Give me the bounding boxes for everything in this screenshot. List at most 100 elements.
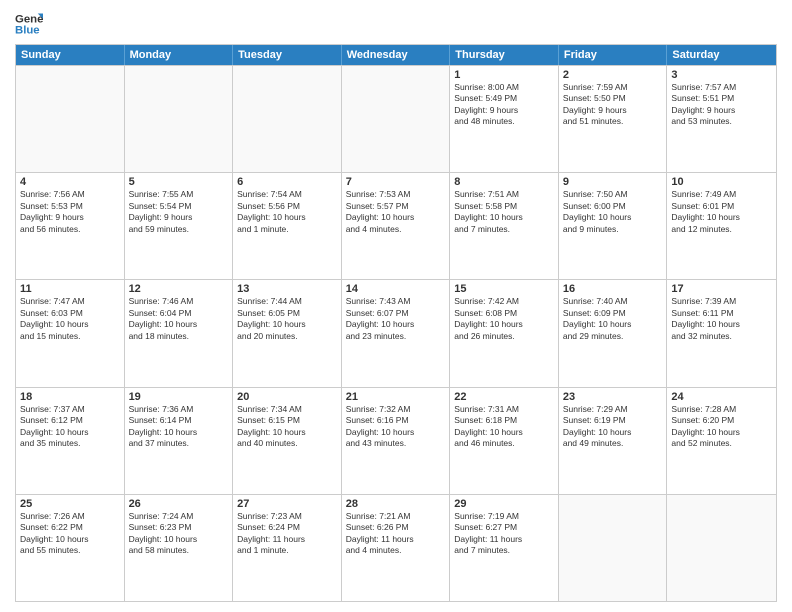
day-number: 17 [671, 283, 772, 295]
day-number: 26 [129, 498, 229, 510]
calendar-cell: 23Sunrise: 7:29 AM Sunset: 6:19 PM Dayli… [559, 388, 668, 494]
day-number: 15 [454, 283, 554, 295]
day-number: 10 [671, 176, 772, 188]
day-number: 13 [237, 283, 337, 295]
cell-info: Sunrise: 7:29 AM Sunset: 6:19 PM Dayligh… [563, 404, 663, 450]
calendar-body: 1Sunrise: 8:00 AM Sunset: 5:49 PM Daylig… [16, 65, 776, 601]
day-number: 3 [671, 69, 772, 81]
calendar-cell: 15Sunrise: 7:42 AM Sunset: 6:08 PM Dayli… [450, 280, 559, 386]
day-number: 1 [454, 69, 554, 81]
cell-info: Sunrise: 7:51 AM Sunset: 5:58 PM Dayligh… [454, 189, 554, 235]
calendar-cell: 5Sunrise: 7:55 AM Sunset: 5:54 PM Daylig… [125, 173, 234, 279]
calendar-cell [16, 66, 125, 172]
calendar: SundayMondayTuesdayWednesdayThursdayFrid… [15, 44, 777, 602]
page: General Blue SundayMondayTuesdayWednesda… [0, 0, 792, 612]
day-number: 12 [129, 283, 229, 295]
calendar-cell [342, 66, 451, 172]
day-number: 9 [563, 176, 663, 188]
calendar-cell: 16Sunrise: 7:40 AM Sunset: 6:09 PM Dayli… [559, 280, 668, 386]
calendar-row: 1Sunrise: 8:00 AM Sunset: 5:49 PM Daylig… [16, 65, 776, 172]
calendar-header: SundayMondayTuesdayWednesdayThursdayFrid… [16, 45, 776, 65]
weekday-header: Monday [125, 45, 234, 65]
day-number: 11 [20, 283, 120, 295]
calendar-cell: 3Sunrise: 7:57 AM Sunset: 5:51 PM Daylig… [667, 66, 776, 172]
cell-info: Sunrise: 7:53 AM Sunset: 5:57 PM Dayligh… [346, 189, 446, 235]
day-number: 28 [346, 498, 446, 510]
calendar-cell: 29Sunrise: 7:19 AM Sunset: 6:27 PM Dayli… [450, 495, 559, 601]
cell-info: Sunrise: 7:21 AM Sunset: 6:26 PM Dayligh… [346, 511, 446, 557]
calendar-cell: 22Sunrise: 7:31 AM Sunset: 6:18 PM Dayli… [450, 388, 559, 494]
cell-info: Sunrise: 8:00 AM Sunset: 5:49 PM Dayligh… [454, 82, 554, 128]
calendar-cell: 26Sunrise: 7:24 AM Sunset: 6:23 PM Dayli… [125, 495, 234, 601]
calendar-cell: 19Sunrise: 7:36 AM Sunset: 6:14 PM Dayli… [125, 388, 234, 494]
cell-info: Sunrise: 7:34 AM Sunset: 6:15 PM Dayligh… [237, 404, 337, 450]
calendar-cell [233, 66, 342, 172]
calendar-cell [559, 495, 668, 601]
cell-info: Sunrise: 7:49 AM Sunset: 6:01 PM Dayligh… [671, 189, 772, 235]
day-number: 5 [129, 176, 229, 188]
cell-info: Sunrise: 7:55 AM Sunset: 5:54 PM Dayligh… [129, 189, 229, 235]
day-number: 23 [563, 391, 663, 403]
weekday-header: Tuesday [233, 45, 342, 65]
cell-info: Sunrise: 7:50 AM Sunset: 6:00 PM Dayligh… [563, 189, 663, 235]
day-number: 4 [20, 176, 120, 188]
day-number: 20 [237, 391, 337, 403]
day-number: 6 [237, 176, 337, 188]
cell-info: Sunrise: 7:44 AM Sunset: 6:05 PM Dayligh… [237, 296, 337, 342]
calendar-cell [125, 66, 234, 172]
cell-info: Sunrise: 7:37 AM Sunset: 6:12 PM Dayligh… [20, 404, 120, 450]
calendar-cell: 24Sunrise: 7:28 AM Sunset: 6:20 PM Dayli… [667, 388, 776, 494]
day-number: 27 [237, 498, 337, 510]
cell-info: Sunrise: 7:56 AM Sunset: 5:53 PM Dayligh… [20, 189, 120, 235]
calendar-row: 11Sunrise: 7:47 AM Sunset: 6:03 PM Dayli… [16, 279, 776, 386]
calendar-cell [667, 495, 776, 601]
calendar-cell: 17Sunrise: 7:39 AM Sunset: 6:11 PM Dayli… [667, 280, 776, 386]
calendar-cell: 10Sunrise: 7:49 AM Sunset: 6:01 PM Dayli… [667, 173, 776, 279]
svg-text:Blue: Blue [15, 25, 40, 37]
calendar-cell: 20Sunrise: 7:34 AM Sunset: 6:15 PM Dayli… [233, 388, 342, 494]
weekday-header: Thursday [450, 45, 559, 65]
calendar-cell: 13Sunrise: 7:44 AM Sunset: 6:05 PM Dayli… [233, 280, 342, 386]
calendar-cell: 18Sunrise: 7:37 AM Sunset: 6:12 PM Dayli… [16, 388, 125, 494]
weekday-header: Friday [559, 45, 668, 65]
cell-info: Sunrise: 7:40 AM Sunset: 6:09 PM Dayligh… [563, 296, 663, 342]
day-number: 22 [454, 391, 554, 403]
cell-info: Sunrise: 7:28 AM Sunset: 6:20 PM Dayligh… [671, 404, 772, 450]
cell-info: Sunrise: 7:26 AM Sunset: 6:22 PM Dayligh… [20, 511, 120, 557]
calendar-cell: 11Sunrise: 7:47 AM Sunset: 6:03 PM Dayli… [16, 280, 125, 386]
cell-info: Sunrise: 7:43 AM Sunset: 6:07 PM Dayligh… [346, 296, 446, 342]
cell-info: Sunrise: 7:32 AM Sunset: 6:16 PM Dayligh… [346, 404, 446, 450]
day-number: 24 [671, 391, 772, 403]
calendar-cell: 27Sunrise: 7:23 AM Sunset: 6:24 PM Dayli… [233, 495, 342, 601]
weekday-header: Wednesday [342, 45, 451, 65]
day-number: 18 [20, 391, 120, 403]
cell-info: Sunrise: 7:42 AM Sunset: 6:08 PM Dayligh… [454, 296, 554, 342]
calendar-cell: 28Sunrise: 7:21 AM Sunset: 6:26 PM Dayli… [342, 495, 451, 601]
day-number: 16 [563, 283, 663, 295]
calendar-row: 25Sunrise: 7:26 AM Sunset: 6:22 PM Dayli… [16, 494, 776, 601]
day-number: 25 [20, 498, 120, 510]
day-number: 7 [346, 176, 446, 188]
weekday-header: Saturday [667, 45, 776, 65]
cell-info: Sunrise: 7:57 AM Sunset: 5:51 PM Dayligh… [671, 82, 772, 128]
calendar-cell: 12Sunrise: 7:46 AM Sunset: 6:04 PM Dayli… [125, 280, 234, 386]
calendar-cell: 9Sunrise: 7:50 AM Sunset: 6:00 PM Daylig… [559, 173, 668, 279]
cell-info: Sunrise: 7:39 AM Sunset: 6:11 PM Dayligh… [671, 296, 772, 342]
cell-info: Sunrise: 7:24 AM Sunset: 6:23 PM Dayligh… [129, 511, 229, 557]
calendar-cell: 8Sunrise: 7:51 AM Sunset: 5:58 PM Daylig… [450, 173, 559, 279]
calendar-cell: 2Sunrise: 7:59 AM Sunset: 5:50 PM Daylig… [559, 66, 668, 172]
calendar-cell: 6Sunrise: 7:54 AM Sunset: 5:56 PM Daylig… [233, 173, 342, 279]
cell-info: Sunrise: 7:36 AM Sunset: 6:14 PM Dayligh… [129, 404, 229, 450]
calendar-cell: 4Sunrise: 7:56 AM Sunset: 5:53 PM Daylig… [16, 173, 125, 279]
day-number: 21 [346, 391, 446, 403]
calendar-cell: 7Sunrise: 7:53 AM Sunset: 5:57 PM Daylig… [342, 173, 451, 279]
day-number: 19 [129, 391, 229, 403]
day-number: 29 [454, 498, 554, 510]
cell-info: Sunrise: 7:47 AM Sunset: 6:03 PM Dayligh… [20, 296, 120, 342]
day-number: 8 [454, 176, 554, 188]
logo-icon: General Blue [15, 10, 43, 38]
day-number: 14 [346, 283, 446, 295]
cell-info: Sunrise: 7:19 AM Sunset: 6:27 PM Dayligh… [454, 511, 554, 557]
logo: General Blue [15, 10, 43, 38]
cell-info: Sunrise: 7:31 AM Sunset: 6:18 PM Dayligh… [454, 404, 554, 450]
